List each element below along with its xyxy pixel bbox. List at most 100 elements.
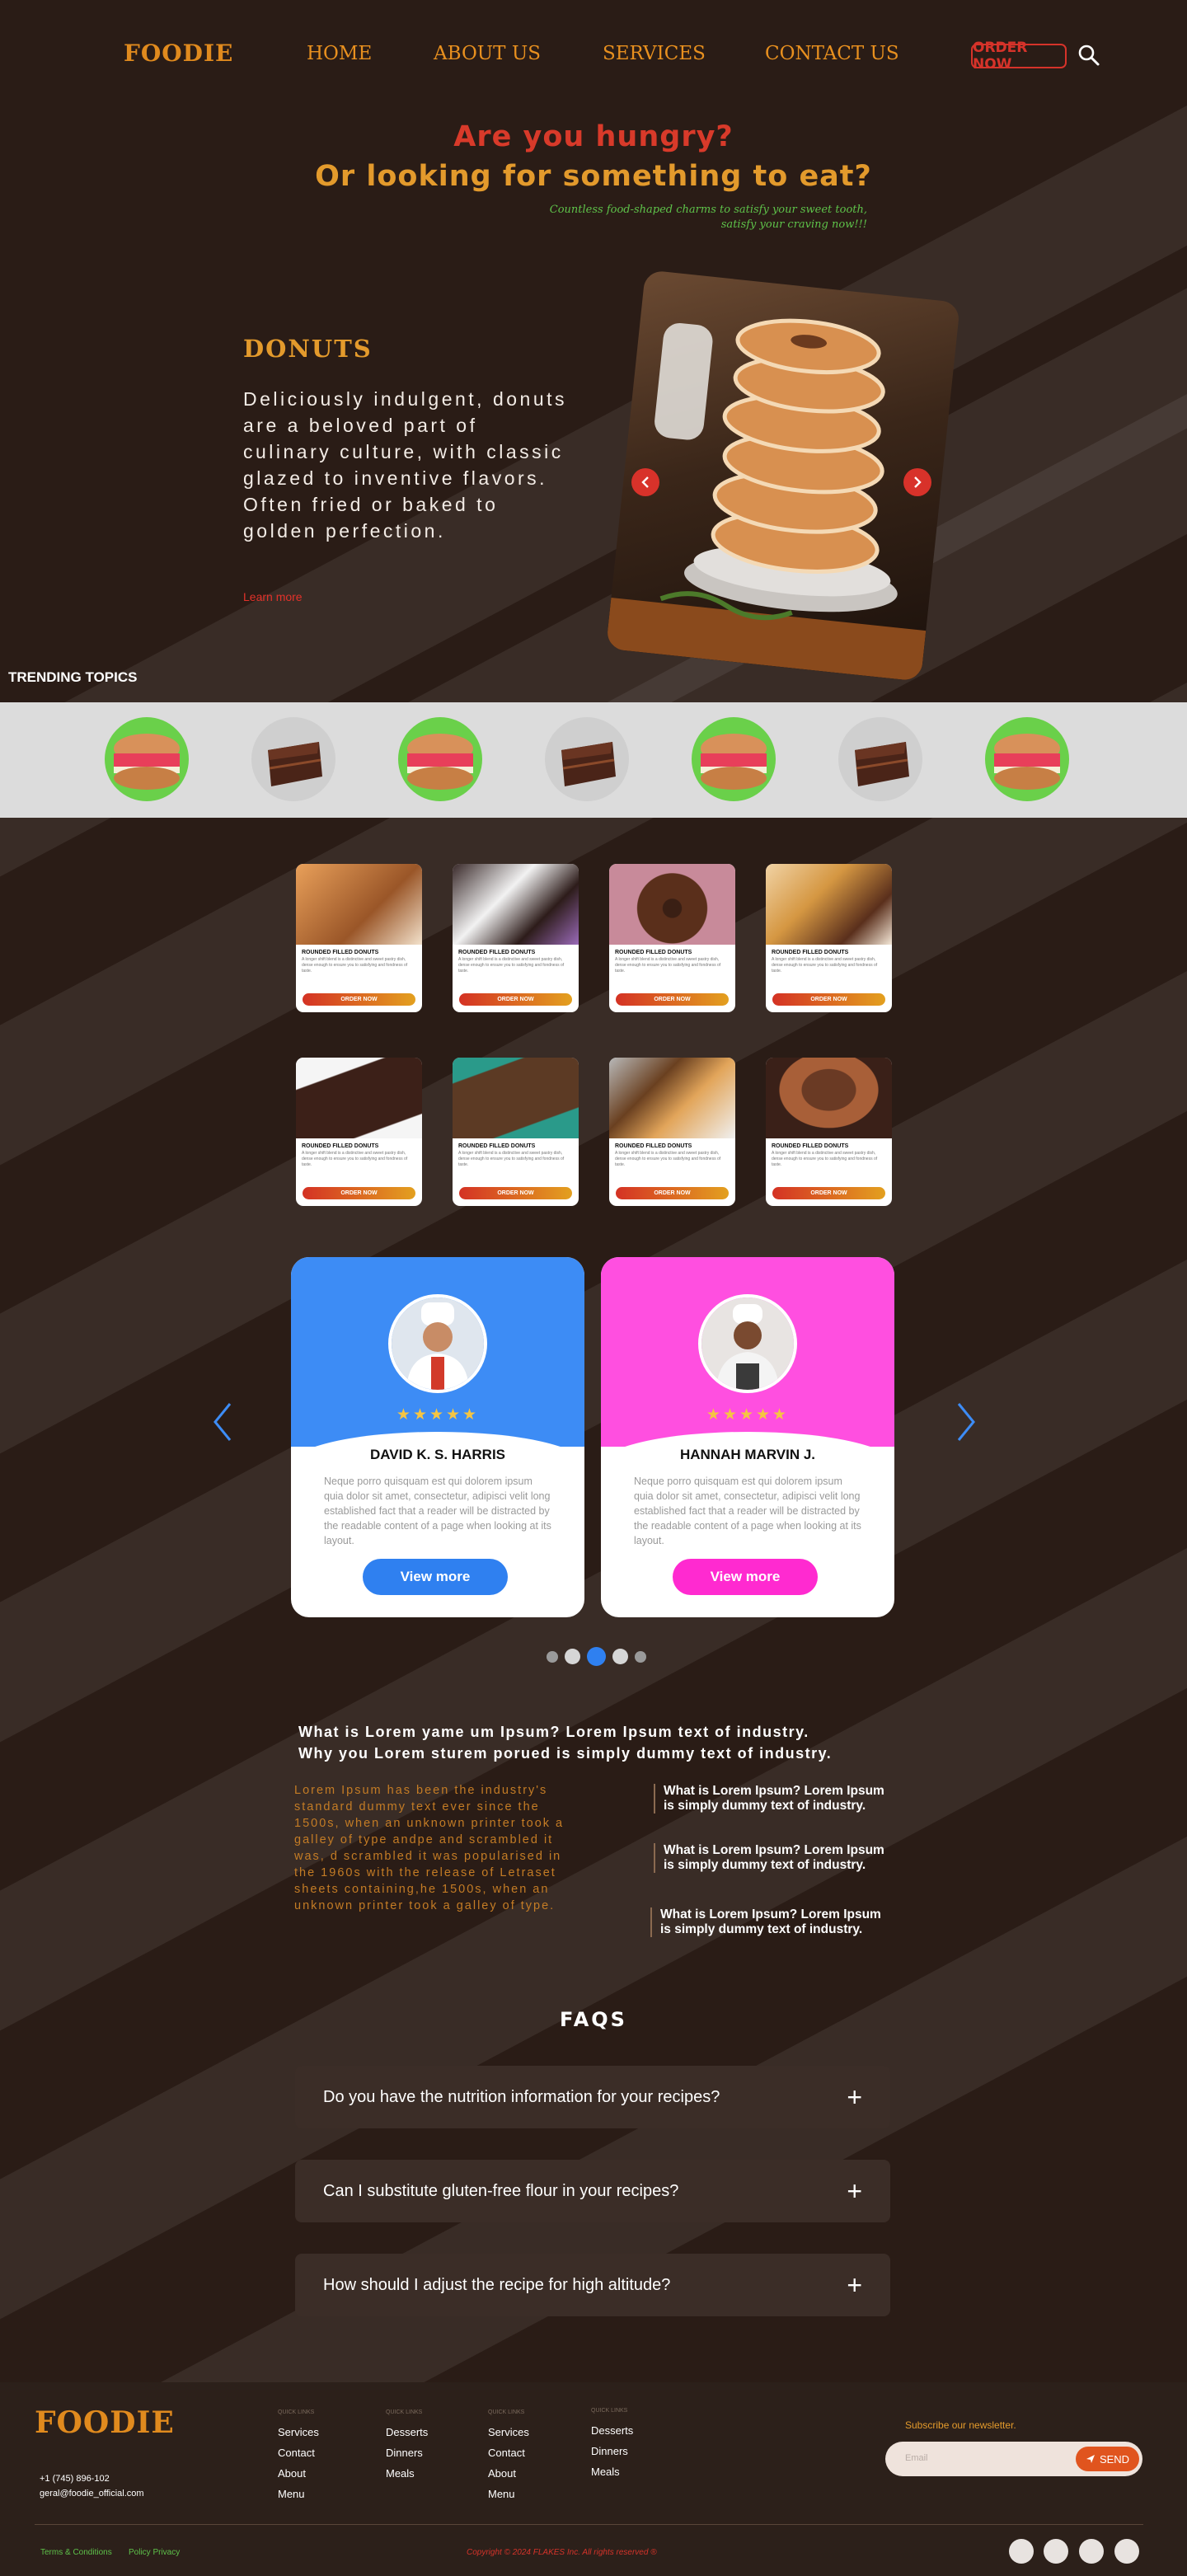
footer-link[interactable]: Services [278,2422,319,2442]
product-title: ROUNDED FILLED DONUTS [458,950,536,955]
footer-link[interactable]: Menu [278,2484,319,2504]
nav-contact[interactable]: CONTACT US [765,43,899,64]
hero-tagline: Countless food-shaped charms to satisfy … [549,204,867,231]
trending-item-donut[interactable] [692,717,776,801]
footer-link[interactable]: Dinners [386,2442,428,2463]
expand-plus-icon[interactable]: + [847,2176,862,2207]
privacy-link[interactable]: Policy Privacy [129,2548,180,2557]
product-description: A longer shift blend is a distinctive an… [772,1151,878,1167]
order-button[interactable]: ORDER NOW [772,993,885,1006]
footer-link[interactable]: About [488,2463,529,2484]
product-image [296,864,422,945]
order-button[interactable]: ORDER NOW [616,1187,729,1199]
faq-item[interactable]: Can I substitute gluten-free flour in yo… [295,2160,890,2222]
product-card[interactable]: ROUNDED FILLED DONUTS A longer shift ble… [766,864,892,1012]
brand-logo[interactable]: FOODIE [124,40,233,67]
carousel-next-button[interactable] [903,468,931,496]
product-card[interactable]: ROUNDED FILLED DONUTS A longer shift ble… [453,1058,579,1206]
product-description: A longer shift blend is a distinctive an… [615,957,721,974]
testimonial-header: ★★★★★ [601,1257,894,1447]
product-title: ROUNDED FILLED DONUTS [302,1143,379,1149]
footer-link[interactable]: Desserts [591,2420,633,2441]
slide-title: DONUTS [243,335,373,363]
view-more-button[interactable]: View more [673,1559,818,1595]
nav-home[interactable]: HOME [307,43,372,64]
pagination-dot[interactable] [565,1649,580,1664]
product-card[interactable]: ROUNDED FILLED DONUTS A longer shift ble… [766,1058,892,1206]
send-button[interactable]: SEND [1076,2447,1139,2471]
order-button[interactable]: ORDER NOW [459,993,572,1006]
footer-col-heading: QUICK LINKS [591,2408,628,2414]
footer-links-col4: QUICK LINKS Desserts Dinners Meals [591,2407,633,2482]
footer-contact: +1 (745) 896-102 geral@foodie_official.c… [40,2471,144,2501]
info-heading: What is Lorem yame um Ipsum? Lorem Ipsum… [298,1721,832,1764]
product-title: ROUNDED FILLED DONUTS [772,950,849,955]
social-icon[interactable] [1079,2539,1104,2564]
pagination-dot[interactable] [635,1651,646,1663]
footer-links-col1: QUICK LINKS Services Contact About Menu [278,2409,319,2504]
product-title: ROUNDED FILLED DONUTS [458,1143,536,1149]
footer-link[interactable]: About [278,2463,319,2484]
product-card[interactable]: ROUNDED FILLED DONUTS A longer shift ble… [296,864,422,1012]
social-icon[interactable] [1044,2539,1068,2564]
nav-services[interactable]: SERVICES [603,43,706,64]
order-button[interactable]: ORDER NOW [616,993,729,1006]
search-icon[interactable] [1077,43,1101,68]
footer-email[interactable]: geral@foodie_official.com [40,2486,144,2501]
footer-links-col2: QUICK LINKS Desserts Dinners Meals [386,2409,428,2484]
product-image [766,864,892,945]
order-button[interactable]: ORDER NOW [303,993,415,1006]
social-icon[interactable] [1114,2539,1139,2564]
product-image [453,1058,579,1138]
order-button[interactable]: ORDER NOW [303,1187,415,1199]
review-text: Neque porro quisquam est qui dolorem ips… [634,1476,861,1546]
footer-link[interactable]: Contact [278,2442,319,2463]
product-description: A longer shift blend is a distinctive an… [302,1151,408,1167]
footer-link[interactable]: Meals [386,2463,428,2484]
footer-logo[interactable]: FOODIE [35,2405,175,2440]
trending-item-donut[interactable] [985,717,1069,801]
product-card[interactable]: ROUNDED FILLED DONUTS A longer shift ble… [609,1058,735,1206]
social-icon[interactable] [1009,2539,1034,2564]
footer-phone[interactable]: +1 (745) 896-102 [40,2471,144,2486]
expand-plus-icon[interactable]: + [847,2082,862,2113]
nav-about[interactable]: ABOUT US [434,43,541,64]
footer-link[interactable]: Dinners [591,2441,633,2461]
faq-item[interactable]: How should I adjust the recipe for high … [295,2254,890,2316]
expand-plus-icon[interactable]: + [847,2270,862,2301]
trending-item-cake[interactable] [545,717,629,801]
reviewer-name: HANNAH MARVIN J. [679,1447,816,1462]
product-card[interactable]: ROUNDED FILLED DONUTS A longer shift ble… [453,864,579,1012]
view-more-button[interactable]: View more [363,1559,508,1595]
product-description: A longer shift blend is a distinctive an… [302,957,408,974]
order-button[interactable]: ORDER NOW [459,1187,572,1199]
testimonial-prev-icon[interactable] [210,1401,235,1443]
product-card[interactable]: ROUNDED FILLED DONUTS A longer shift ble… [609,864,735,1012]
trending-item-donut[interactable] [105,717,189,801]
hero-heading-line2: Or looking for something to eat? [315,160,872,193]
pagination-dot[interactable] [547,1651,558,1663]
pagination-dot-active[interactable] [587,1647,606,1666]
info-question: What is Lorem Ipsum? Lorem Ipsum is simp… [654,1843,889,1873]
product-card[interactable]: ROUNDED FILLED DONUTS A longer shift ble… [296,1058,422,1206]
info-paragraph: Lorem Ipsum has been the industry's stan… [294,1784,565,1912]
testimonial-next-icon[interactable] [954,1401,978,1443]
terms-link[interactable]: Terms & Conditions [40,2548,112,2557]
trending-item-cake[interactable] [251,717,335,801]
pagination-dot[interactable] [612,1649,628,1664]
product-image [453,864,579,945]
footer-link[interactable]: Meals [591,2461,633,2482]
learn-more-link[interactable]: Learn more [243,590,303,603]
brand-name: FOODIE [124,40,234,67]
hero-heading-line1: Are you hungry? [453,120,734,153]
carousel-prev-button[interactable] [631,468,659,496]
order-now-button[interactable]: ORDER NOW [971,40,1067,73]
footer-link[interactable]: Desserts [386,2422,428,2442]
footer-link[interactable]: Contact [488,2442,529,2463]
order-button[interactable]: ORDER NOW [772,1187,885,1199]
footer-link[interactable]: Menu [488,2484,529,2504]
trending-item-cake[interactable] [838,717,922,801]
footer-link[interactable]: Services [488,2422,529,2442]
trending-item-donut[interactable] [398,717,482,801]
faq-item[interactable]: Do you have the nutrition information fo… [295,2066,890,2128]
